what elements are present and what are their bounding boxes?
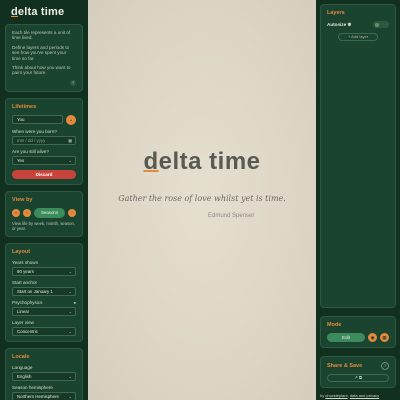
- locale-panel: Locale Language English ⌄ Season hemisphe…: [5, 347, 83, 400]
- intro-line-3: Think about how you want to paint your f…: [12, 65, 71, 76]
- privacy-link[interactable]: data and privacy: [350, 393, 379, 398]
- chevron-down-icon: ⌄: [68, 373, 72, 379]
- autosize-text: Autosize: [327, 21, 347, 27]
- alive-label: Are you still alive?: [12, 148, 50, 154]
- born-label: When were you born?: [12, 128, 57, 134]
- view-by-panel: View by « ‹ Seasons › View life by week,…: [5, 190, 83, 237]
- intro-spacer: [12, 80, 76, 86]
- born-placeholder: mm / dd / yyyy: [17, 137, 46, 143]
- language-label: Language: [12, 364, 33, 370]
- years-select[interactable]: 90 years ⌄: [12, 266, 76, 276]
- view-mode-button[interactable]: ◉: [368, 333, 377, 342]
- info-icon[interactable]: ●: [74, 300, 76, 305]
- season-select[interactable]: Northern Hemisphere ⌄: [12, 391, 76, 400]
- season-label: Season hemisphere: [12, 384, 53, 390]
- start-select[interactable]: Start on January 1 ⌄: [12, 286, 76, 296]
- share-button[interactable]: ↗ ⧉: [327, 374, 389, 382]
- mode-row: Edit ◉ ▦: [327, 333, 389, 342]
- profile-select[interactable]: You: [12, 115, 63, 125]
- psych-label-row: Psychophysics ●: [12, 300, 76, 305]
- share-panel: Share & Save ? ↗ ⧉: [320, 356, 396, 388]
- profile-value: You: [17, 117, 25, 123]
- chevron-down-icon: ⌄: [68, 116, 74, 123]
- start-label: Start anchor: [12, 279, 38, 285]
- add-layer-button[interactable]: + Add layer: [338, 33, 378, 41]
- next-step-button[interactable]: ›: [68, 208, 76, 217]
- brand-rest: elta time: [17, 6, 65, 18]
- chevron-down-icon: ⌄: [68, 328, 72, 334]
- years-value: 90 years: [17, 268, 34, 274]
- view-by-title: View by: [12, 196, 33, 203]
- grid-mode-button[interactable]: ▦: [380, 333, 389, 342]
- footer-credits: by chuckleplant, data and privacy: [320, 393, 396, 398]
- locale-title: Locale: [12, 353, 30, 360]
- layers-title: Layers: [327, 10, 345, 16]
- quote-author: Edmund Spenser: [208, 213, 255, 219]
- layer-view-select[interactable]: Concentric ⌄: [12, 326, 76, 336]
- canvas-title-rest: elta time: [158, 148, 261, 175]
- brand-logo: delta time: [11, 6, 83, 18]
- view-by-note: View life by week, month, season, or yea…: [12, 220, 76, 231]
- right-icon: ›: [71, 209, 73, 215]
- eye-icon: ◉: [370, 335, 375, 340]
- psych-select[interactable]: Linear ⌄: [12, 306, 76, 316]
- share-header: Share & Save ?: [327, 362, 389, 370]
- view-by-value-button[interactable]: Seasons: [34, 207, 65, 218]
- share-help-icon[interactable]: ?: [381, 362, 389, 370]
- left-sidebar: delta time Each tile represents a unit o…: [0, 0, 88, 400]
- right-sidebar: Layers Autosize ✱ + Add layer Mode Edit …: [316, 0, 400, 400]
- lifetimes-panel: Lifetimes You ⌄ When were you born? mm /…: [5, 97, 83, 185]
- edit-button[interactable]: Edit: [327, 333, 365, 342]
- psych-value: Linear: [17, 308, 30, 314]
- autosize-row: Autosize ✱: [327, 21, 389, 28]
- chevron-down-icon: ⌄: [68, 288, 72, 294]
- canvas-title: delta time: [88, 148, 316, 176]
- help-icon[interactable]: ?: [70, 79, 76, 86]
- start-value: Start on January 1: [17, 288, 53, 294]
- profile-menu-button[interactable]: ⌄: [66, 114, 76, 125]
- left-icon: ‹: [26, 209, 28, 215]
- layers-panel: Layers Autosize ✱ + Add layer: [320, 4, 396, 308]
- intro-line-1: Each tile represents a unit of time live…: [12, 30, 71, 41]
- intro-line-2: Define layers and periods to see how you…: [12, 44, 70, 61]
- life-canvas[interactable]: delta time Gather the rose of love whils…: [88, 0, 316, 400]
- years-label: Years shown: [12, 259, 39, 265]
- prev-step-button[interactable]: ‹: [23, 208, 31, 217]
- born-date-input[interactable]: mm / dd / yyyy ▦: [12, 135, 76, 145]
- profile-row: You ⌄: [12, 114, 76, 125]
- brand-prefix: d: [11, 6, 18, 18]
- intro-panel: Each tile represents a unit of time live…: [5, 24, 83, 92]
- autosize-label: Autosize ✱: [327, 22, 351, 28]
- layout-title: Layout: [12, 248, 31, 255]
- season-value: Northern Hemisphere: [17, 393, 59, 399]
- chevron-down-icon: ⌄: [68, 308, 72, 314]
- canvas-title-prefix: d: [143, 148, 159, 175]
- lifetimes-title: Lifetimes: [12, 103, 37, 110]
- alive-select[interactable]: Yes ⌄: [12, 155, 76, 165]
- double-left-icon: «: [14, 209, 18, 215]
- chevron-down-icon: ⌄: [68, 393, 72, 399]
- layer-view-value: Concentric: [17, 328, 38, 334]
- view-by-row: « ‹ Seasons ›: [12, 207, 76, 218]
- first-step-button[interactable]: «: [12, 208, 20, 217]
- mode-title: Mode: [327, 322, 342, 328]
- language-select[interactable]: English ⌄: [12, 371, 76, 381]
- layout-panel: Layout Years shown 90 years ⌄ Start ancho…: [5, 242, 83, 342]
- gear-icon[interactable]: ✱: [347, 22, 351, 27]
- discard-button[interactable]: Discard: [12, 169, 76, 179]
- chevron-down-icon: ⌄: [68, 268, 72, 274]
- quote-text: Gather the rose of love whilst yet is ti…: [118, 194, 286, 203]
- share-title: Share & Save: [327, 363, 363, 369]
- autosize-toggle[interactable]: [373, 21, 389, 28]
- psych-label: Psychophysics: [12, 299, 43, 305]
- alive-value: Yes: [17, 157, 25, 163]
- language-value: English: [17, 373, 32, 379]
- author-link[interactable]: chuckleplant: [325, 393, 347, 398]
- grid-icon: ▦: [382, 335, 387, 340]
- calendar-icon[interactable]: ▦: [68, 137, 72, 144]
- mode-panel: Mode Edit ◉ ▦: [320, 316, 396, 348]
- chevron-down-icon: ⌄: [68, 157, 72, 163]
- layer-view-label: Layer view: [12, 319, 34, 325]
